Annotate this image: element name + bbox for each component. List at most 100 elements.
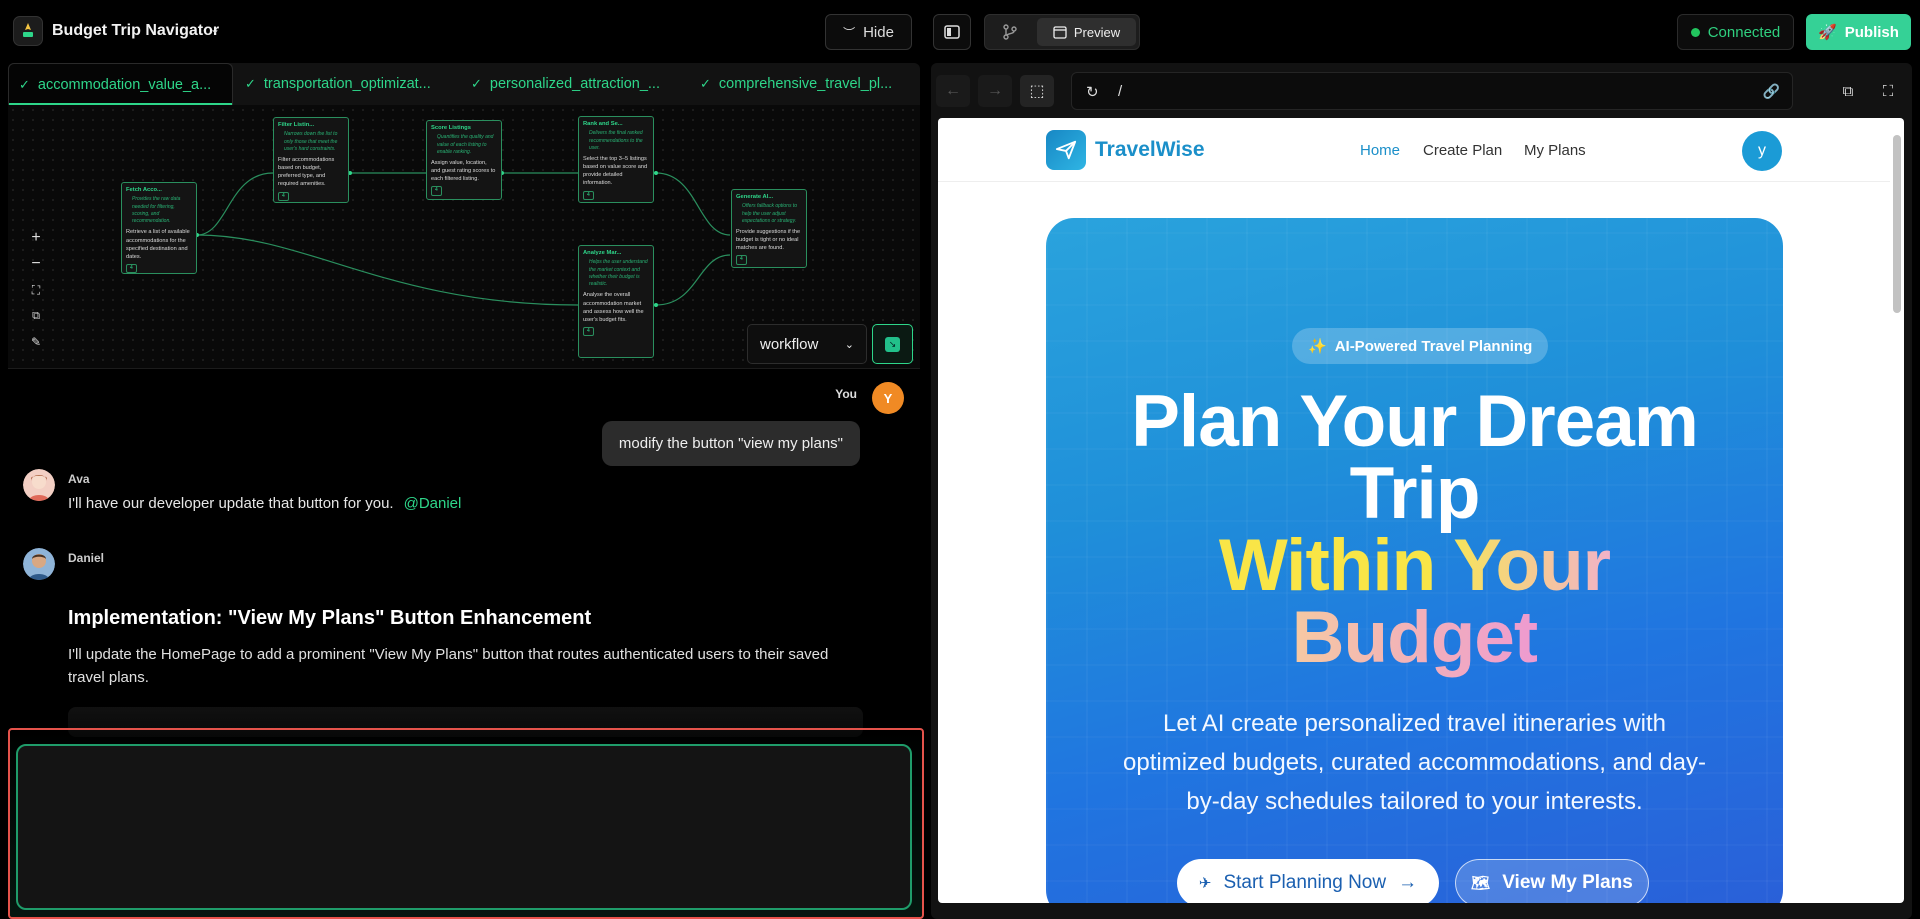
zoom-out-icon[interactable]: −	[25, 251, 47, 277]
hero-title: Plan Your Dream Trip Within Your Budget	[1046, 385, 1783, 674]
node-description: Helps the user understand the market con…	[589, 259, 648, 288]
start-planning-label: Start Planning Now	[1223, 872, 1387, 893]
workflow-node[interactable]: Filter Listin... Narrows down the list t…	[273, 117, 349, 203]
hero-badge-label: AI-Powered Travel Planning	[1334, 337, 1533, 355]
reload-icon[interactable]: ↻	[1086, 83, 1099, 101]
tab-attraction[interactable]: ✓ personalized_attraction_...	[471, 63, 660, 105]
node-body: Assign value, location, and guest rating…	[431, 160, 496, 183]
forward-button[interactable]: →	[978, 75, 1012, 107]
app-title[interactable]: Budget Trip Navigator	[52, 22, 219, 40]
workflow-select[interactable]: workflow ⌄	[747, 324, 867, 364]
tab-label: accommodation_value_a...	[37, 76, 212, 93]
nav-link-create-plan[interactable]: Create Plan	[1423, 142, 1502, 159]
preview-label: Preview	[1073, 24, 1121, 40]
avatar: Y	[872, 382, 904, 414]
node-body: Analyse the overall accommodation market…	[583, 292, 644, 323]
sender-name: Ava	[68, 472, 90, 486]
avatar[interactable]: y	[1742, 131, 1782, 171]
site-brand[interactable]: TravelWise	[1095, 138, 1205, 162]
sidebar-icon	[944, 25, 960, 39]
tab-accommodation[interactable]: ✓ accommodation_value_a...	[8, 63, 233, 105]
link-icon[interactable]: 🔗	[1763, 83, 1780, 100]
chat-input[interactable]	[18, 746, 910, 908]
open-external-button[interactable]: ⧉	[1831, 75, 1865, 107]
app-logo-icon[interactable]	[13, 16, 43, 46]
zoom-controls: + − ⛶ ⧉ ✎	[25, 225, 47, 355]
chevron-down-icon[interactable]: ⌄	[210, 22, 220, 36]
nav-link-my-plans[interactable]: My Plans	[1524, 142, 1586, 159]
hero-section: ✨ AI-Powered Travel Planning Plan Your D…	[1046, 218, 1783, 903]
git-branch-icon	[1003, 24, 1017, 40]
external-link-icon: ⧉	[1842, 82, 1854, 100]
workflow-node[interactable]: Score Listings Quantifies the quality an…	[426, 120, 502, 200]
nav-link-home[interactable]: Home	[1360, 142, 1400, 159]
node-description: Offers fallback options to help the user…	[742, 203, 798, 224]
workflow-run-button[interactable]: ↘	[872, 324, 913, 364]
node-tag: 4	[583, 190, 594, 200]
edit-icon[interactable]: ✎	[25, 329, 47, 355]
url-input[interactable]: /	[1118, 83, 1122, 100]
scrollbar[interactable]	[1893, 135, 1901, 313]
node-title: Fetch Acco...	[126, 187, 162, 193]
left-panel: ✓ accommodation_value_a... ✓ transportat…	[8, 63, 924, 919]
chevron-down-icon: ⌄	[844, 338, 854, 351]
node-tag: 4	[583, 326, 594, 337]
node-body: Filter accommodations based on budget, p…	[278, 157, 335, 188]
preview-view-button[interactable]: Preview	[1037, 18, 1136, 46]
hero-title-word: Budget	[1291, 597, 1538, 678]
sidebar-toggle-button[interactable]	[933, 14, 971, 50]
fit-view-icon[interactable]: ⛶	[25, 277, 47, 303]
site-header: TravelWise Home Create Plan My Plans y	[938, 118, 1890, 182]
workflow-node[interactable]: Generate Al... Offers fallback options t…	[731, 189, 807, 268]
view-my-plans-button[interactable]: 🗺 View My Plans	[1455, 859, 1649, 903]
chat-input-area	[8, 728, 924, 919]
message-text: I'll have our developer update that butt…	[68, 495, 394, 512]
connection-status[interactable]: Connected	[1677, 14, 1794, 50]
check-icon: ✓	[700, 76, 711, 91]
node-title: Generate Al...	[736, 194, 774, 200]
node-body: Select the top 3–5 listings based on val…	[583, 156, 648, 187]
workflow-node[interactable]: Fetch Acco... Provides the raw data need…	[121, 182, 197, 274]
avatar-daniel	[23, 548, 55, 580]
plane-icon[interactable]	[1046, 130, 1086, 170]
chat-thread: You Y modify the button "view my plans" …	[8, 369, 920, 789]
hero-title-highlight: Within Your	[1046, 529, 1783, 602]
node-title: Filter Listin...	[278, 122, 315, 128]
fullscreen-button[interactable]: ⛶	[1871, 75, 1905, 107]
back-button[interactable]: ←	[936, 75, 970, 107]
workflow-node[interactable]: Rank and Se... Delivers the final ranked…	[578, 116, 654, 203]
arrow-right-icon: →	[987, 82, 1003, 99]
preview-viewport[interactable]: TravelWise Home Create Plan My Plans y ✨…	[938, 118, 1904, 903]
ava-message: I'll have our developer update that butt…	[68, 492, 461, 515]
workflow-canvas[interactable]: + − ⛶ ⧉ ✎ Fetch Acco... Provides the raw…	[8, 105, 920, 369]
zoom-in-icon[interactable]: +	[25, 225, 47, 251]
plane-icon: ✈	[1198, 875, 1212, 892]
inspect-button[interactable]: ⬚	[1020, 75, 1054, 107]
mention-link[interactable]: @Daniel	[404, 495, 462, 512]
connection-status-label: Connected	[1707, 23, 1781, 41]
rocket-icon: 🚀	[1818, 24, 1837, 41]
workflow-node[interactable]: Analyze Mar... Helps the user understand…	[578, 245, 654, 358]
user-message: modify the button "view my plans"	[601, 421, 860, 466]
start-planning-button[interactable]: ✈ Start Planning Now →	[1177, 859, 1439, 903]
check-icon: ✓	[471, 76, 482, 91]
tab-transportation[interactable]: ✓ transportation_optimizat...	[245, 63, 431, 105]
check-icon: ✓	[245, 76, 256, 91]
hide-button[interactable]: ︶ Hide	[825, 14, 912, 50]
view-switcher: Preview	[984, 14, 1140, 50]
tab-travel-plan[interactable]: ✓ comprehensive_travel_pl...	[700, 63, 892, 105]
node-title: Score Listings	[431, 125, 471, 131]
chevron-down-icon: ︶	[843, 25, 856, 40]
map-icon: 🗺	[1471, 875, 1491, 892]
node-tag: 4	[736, 255, 747, 265]
node-tag: 4	[278, 191, 289, 201]
url-bar[interactable]: ↻ / 🔗	[1071, 72, 1793, 110]
hero-badge: ✨ AI-Powered Travel Planning	[1292, 328, 1549, 364]
node-tag: 4	[431, 186, 442, 196]
lock-icon[interactable]: ⧉	[25, 303, 47, 329]
publish-button[interactable]: 🚀 Publish	[1806, 14, 1911, 50]
flow-view-button[interactable]	[989, 18, 1031, 46]
tab-label: personalized_attraction_...	[489, 76, 660, 92]
browser-window-icon	[1053, 25, 1067, 39]
node-description: Provides the raw data needed for filteri…	[132, 196, 181, 225]
